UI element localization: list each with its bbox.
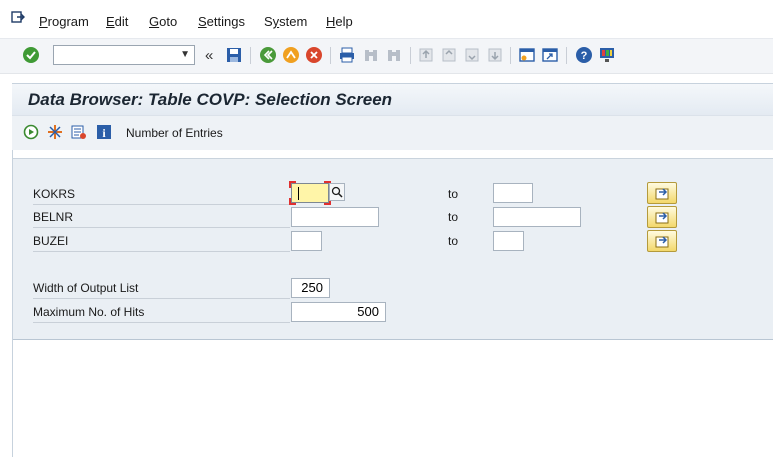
kokrs-label: KOKRS <box>33 183 290 205</box>
execute-icon[interactable] <box>23 124 39 140</box>
find-icon[interactable] <box>362 46 380 64</box>
create-session-icon[interactable] <box>518 46 536 64</box>
menu-goto[interactable]: Goto <box>149 14 177 29</box>
menu-help-mnemonic: H <box>326 14 336 29</box>
help-icon[interactable]: ? <box>575 46 593 64</box>
back-arrows-icon[interactable]: « <box>205 47 213 64</box>
find-next-icon[interactable] <box>385 46 403 64</box>
focus-corner <box>289 198 296 205</box>
toolbar-separator <box>250 47 251 64</box>
print-icon[interactable] <box>338 46 356 64</box>
menu-system-label: stem <box>279 14 308 29</box>
belnr-low-field[interactable] <box>291 207 379 227</box>
page-title: Data Browser: Table COVP: Selection Scre… <box>28 90 393 109</box>
exit-icon[interactable] <box>282 46 300 64</box>
menu-edit-mnemonic: E <box>106 14 115 29</box>
toolbar-separator <box>330 47 331 64</box>
command-field[interactable]: ▼ <box>53 45 195 65</box>
menu-program[interactable]: Program <box>39 14 89 29</box>
cancel-icon[interactable] <box>305 46 323 64</box>
selection-group: KOKRS to BELNR to BUZEI to Width of Outp… <box>13 158 773 340</box>
toolbar-separator <box>566 47 567 64</box>
buzei-low-field[interactable] <box>291 231 322 251</box>
multiple-selection-arrow-icon <box>655 188 669 200</box>
application-toolbar: i Number of Entries <box>12 115 773 150</box>
buzei-high-field[interactable] <box>493 231 524 251</box>
magnifier-icon <box>331 186 343 198</box>
enter-check-icon[interactable] <box>22 46 40 64</box>
belnr-to-label: to <box>448 210 459 224</box>
buzei-multiple-selection-button[interactable] <box>647 230 677 252</box>
dropdown-arrow-icon[interactable]: ▼ <box>180 49 190 60</box>
save-icon[interactable] <box>225 46 243 64</box>
width-output-list-label: Width of Output List <box>33 277 290 299</box>
belnr-multiple-selection-button[interactable] <box>647 206 677 228</box>
buzei-label: BUZEI <box>33 230 290 252</box>
kokrs-low-field[interactable] <box>289 181 331 205</box>
belnr-label: BELNR <box>33 206 290 228</box>
menu-edit-label: dit <box>114 14 129 29</box>
system-menu-icon[interactable] <box>11 10 25 24</box>
previous-page-icon[interactable] <box>440 46 458 64</box>
title-bar: Data Browser: Table COVP: Selection Scre… <box>12 83 773 116</box>
focus-corner <box>289 181 296 188</box>
number-of-entries-button[interactable]: Number of Entries <box>126 126 223 140</box>
menu-settings-label: ettings <box>206 14 245 29</box>
menu-system-prefix: S <box>264 14 273 29</box>
first-page-icon[interactable] <box>417 46 435 64</box>
standard-toolbar: ▼ « ? <box>0 38 773 74</box>
menu-system[interactable]: System <box>264 14 307 29</box>
menu-program-mnemonic: P <box>39 14 48 29</box>
menu-goto-label: oto <box>159 14 178 29</box>
last-page-icon[interactable] <box>486 46 504 64</box>
multiple-selection-arrow-icon <box>655 236 669 248</box>
buzei-to-label: to <box>448 234 459 248</box>
width-output-list-field[interactable]: 250 <box>291 278 330 298</box>
menu-bar: Program Edit Goto Settings System Help <box>0 0 773 38</box>
menu-goto-mnemonic: G <box>149 14 160 29</box>
menu-settings-mnemonic: S <box>198 14 207 29</box>
menu-help-label: elp <box>335 14 353 29</box>
menu-help[interactable]: Help <box>326 14 353 29</box>
back-icon[interactable] <box>259 46 277 64</box>
selection-options-icon[interactable] <box>47 124 63 140</box>
toolbar-separator <box>510 47 511 64</box>
max-hits-label: Maximum No. of Hits <box>33 301 290 323</box>
generate-shortcut-icon[interactable] <box>541 46 559 64</box>
text-cursor <box>298 187 299 200</box>
multiple-selection-arrow-icon <box>655 212 669 224</box>
search-help-button[interactable] <box>329 183 345 201</box>
menu-program-label: rogram <box>47 14 89 29</box>
information-icon[interactable]: i <box>96 124 112 140</box>
kokrs-multiple-selection-button[interactable] <box>647 182 677 204</box>
customize-layout-icon[interactable] <box>598 46 616 64</box>
toolbar-separator <box>410 47 411 64</box>
kokrs-to-label: to <box>448 187 459 201</box>
delete-selection-icon[interactable] <box>71 124 87 140</box>
max-hits-field[interactable]: 500 <box>291 302 386 322</box>
belnr-high-field[interactable] <box>493 207 581 227</box>
next-page-icon[interactable] <box>463 46 481 64</box>
menu-edit[interactable]: Edit <box>106 14 128 29</box>
kokrs-high-field[interactable] <box>493 183 533 203</box>
svg-text:?: ? <box>581 50 588 62</box>
menu-settings[interactable]: Settings <box>198 14 245 29</box>
